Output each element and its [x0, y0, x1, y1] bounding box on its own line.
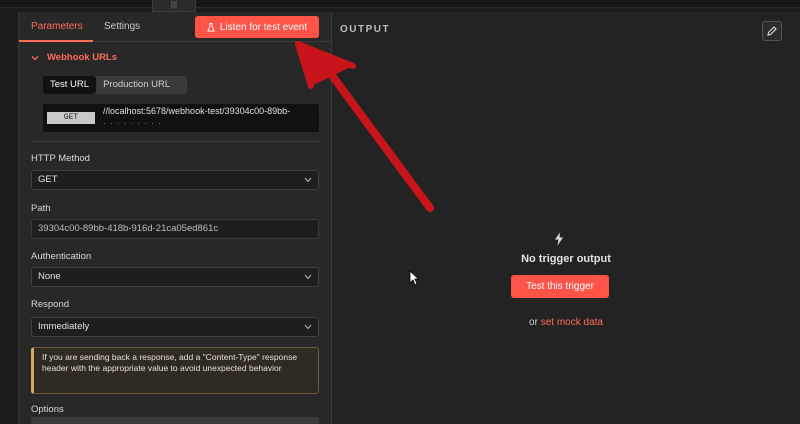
respond-select[interactable]: Immediately: [31, 317, 319, 337]
chevron-down-icon: [304, 177, 312, 183]
respond-label: Respond: [31, 299, 70, 310]
test-this-trigger-button[interactable]: Test this trigger: [511, 275, 609, 298]
url-type-toggle: Test URL Production URL: [43, 76, 187, 94]
http-method-value: GET: [38, 174, 58, 185]
authentication-value: None: [38, 271, 61, 282]
webhook-urls-toggle[interactable]: Webhook URLs: [31, 52, 117, 63]
bolt-icon: [555, 232, 563, 246]
respond-value: Immediately: [38, 321, 90, 332]
panel-tabs: Parameters Settings Listen for test even…: [19, 12, 331, 42]
active-tab-indicator: [19, 40, 93, 42]
output-title: OUTPUT: [340, 24, 391, 35]
test-url-tab[interactable]: Test URL: [43, 76, 97, 94]
options-label: Options: [31, 404, 64, 415]
parameters-panel: Parameters Settings Listen for test even…: [18, 12, 332, 424]
output-panel: OUTPUT No trigger output Test this trigg…: [332, 12, 800, 424]
options-collection[interactable]: [31, 417, 319, 424]
path-label: Path: [31, 203, 51, 214]
listen-button-label: Listen for test event: [219, 21, 308, 33]
no-trigger-output-title: No trigger output: [521, 253, 611, 265]
or-text: or: [529, 317, 538, 328]
url-method-chip: GET: [47, 112, 95, 124]
authentication-label: Authentication: [31, 251, 92, 262]
authentication-select[interactable]: None: [31, 267, 319, 287]
chevron-down-icon: [31, 55, 39, 60]
production-url-tab[interactable]: Production URL: [96, 76, 177, 94]
chevron-down-icon: [304, 274, 312, 280]
pencil-icon: [767, 26, 777, 36]
edit-output-button[interactable]: [762, 21, 782, 41]
content-type-notice: If you are sending back a response, add …: [31, 347, 319, 394]
tab-settings[interactable]: Settings: [104, 21, 140, 32]
path-input[interactable]: 39304c00-89bb-418b-916d-21ca05ed861c: [31, 219, 319, 239]
http-method-select[interactable]: GET: [31, 170, 319, 190]
listen-for-test-event-button[interactable]: Listen for test event: [195, 16, 319, 38]
set-mock-data-link[interactable]: set mock data: [541, 317, 603, 328]
flask-icon: [206, 22, 215, 31]
panel-drag-handle[interactable]: |||: [152, 0, 196, 12]
mouse-cursor-icon: [409, 270, 419, 286]
webhook-urls-title: Webhook URLs: [47, 52, 118, 63]
tab-parameters[interactable]: Parameters: [31, 21, 83, 32]
http-method-label: HTTP Method: [31, 153, 90, 164]
chevron-down-icon: [304, 324, 312, 330]
webhook-url-text: //localhost:5678/webhook-test/39304c00-8…: [103, 106, 291, 116]
section-divider: [31, 141, 319, 142]
window-top-strip: [0, 0, 800, 8]
webhook-url-text-continued: · · · · · · · · ·: [103, 119, 162, 128]
mock-data-line: or set mock data: [332, 317, 800, 328]
webhook-url-display[interactable]: GET //localhost:5678/webhook-test/39304c…: [43, 104, 319, 132]
